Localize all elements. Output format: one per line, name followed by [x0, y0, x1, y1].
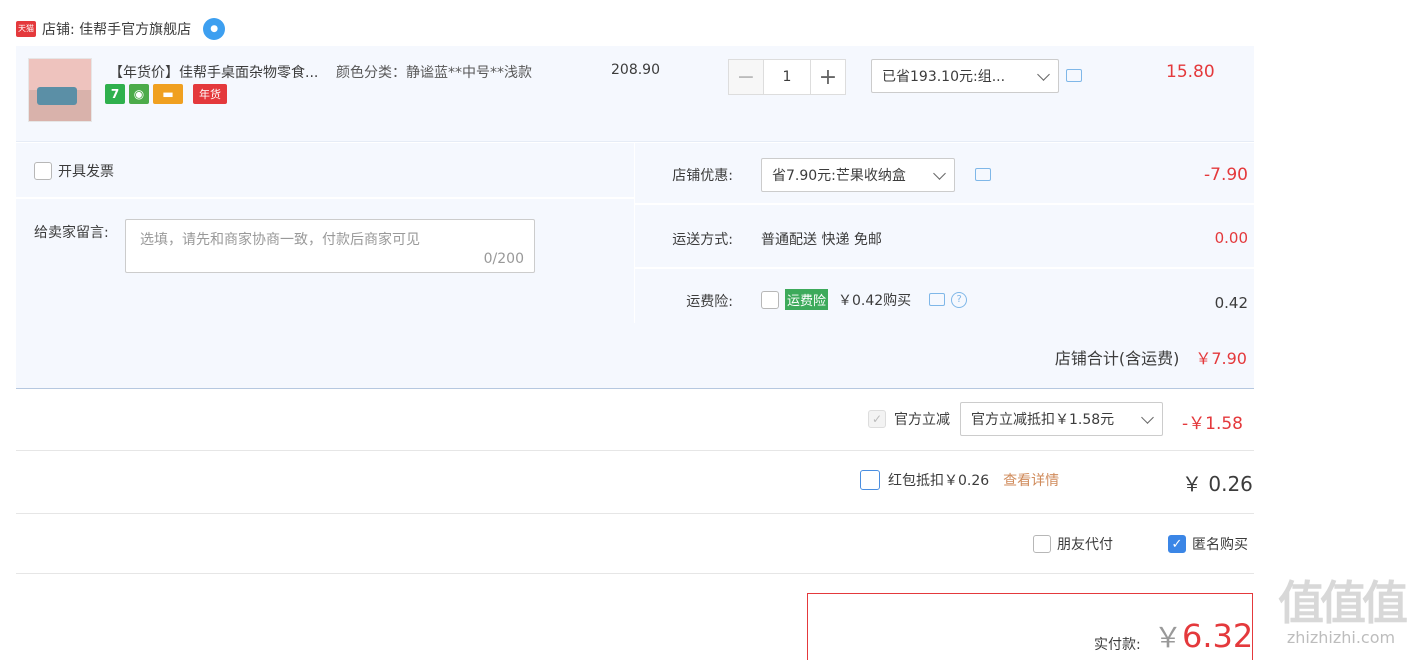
invoice-label: 开具发票	[58, 164, 114, 180]
item-promo-select[interactable]: 已省193.10元:组...	[871, 59, 1059, 93]
friend-pay-option[interactable]: 朋友代付	[1033, 534, 1113, 554]
memo-char-count: 0/200	[483, 251, 524, 267]
tmall-icon: 天猫	[16, 21, 36, 37]
invoice-checkbox[interactable]	[34, 162, 52, 180]
divider	[16, 573, 1254, 574]
insurance-checkbox[interactable]	[761, 290, 779, 309]
red-packet-option: 红包抵扣￥0.26 查看详情	[860, 470, 1059, 490]
shop-discount-label: 店铺优惠:	[672, 168, 733, 184]
payment-summary: 实付款: ￥6.32	[807, 593, 1253, 660]
memo-placeholder: 选填，请先和商家协商一致，付款后商家可见	[140, 232, 420, 248]
item-promo-value: 已省193.10元:组...	[882, 69, 1006, 85]
memo-textarea[interactable]: 选填，请先和商家协商一致，付款后商家可见 0/200	[125, 219, 535, 273]
quantity-stepper: − 1 +	[728, 59, 846, 95]
friend-pay-label: 朋友代付	[1057, 537, 1113, 553]
comment-icon[interactable]	[1066, 69, 1082, 82]
right-discounts: 店铺优惠: 省7.90元:芒果收纳盒 -7.90 运送方式: 普通配送 快递 免…	[634, 143, 1254, 323]
service-badges: 7 ◉ ▬ 年货	[105, 84, 227, 104]
shipping-label: 运送方式:	[672, 232, 733, 248]
shop-discount-row: 店铺优惠: 省7.90元:芒果收纳盒 -7.90	[634, 143, 1254, 205]
chevron-down-icon	[933, 166, 946, 180]
anonymous-checkbox[interactable]: ✓	[1168, 535, 1186, 553]
store-total-label: 店铺合计(含运费)	[1054, 349, 1180, 368]
payment-amount-value: 6.32	[1182, 617, 1254, 655]
divider	[16, 197, 634, 199]
increase-button[interactable]: +	[810, 59, 846, 95]
decrease-button[interactable]: −	[728, 59, 764, 95]
invoice-option[interactable]: 开具发票	[34, 161, 114, 181]
order-options-panel: 开具发票 给卖家留言: 选填，请先和商家协商一致，付款后商家可见 0/200 店…	[16, 143, 1254, 389]
anonymous-label: 匿名购买	[1192, 537, 1248, 553]
payment-amount: ￥6.32	[1154, 616, 1253, 656]
help-icon[interactable]: ?	[951, 291, 968, 308]
product-thumbnail[interactable]	[28, 58, 92, 122]
official-discount-selected: 官方立减抵扣￥1.58元	[971, 412, 1115, 428]
official-discount-select[interactable]: 官方立减抵扣￥1.58元	[960, 402, 1163, 436]
chevron-down-icon	[1037, 67, 1050, 81]
credit-card-icon: ▬	[153, 84, 183, 104]
store-name[interactable]: 店铺: 佳帮手官方旗舰店	[42, 19, 191, 39]
comment-icon[interactable]	[929, 293, 946, 306]
shipping-amount: 0.00	[1214, 229, 1248, 247]
product-title[interactable]: 【年货价】佳帮手桌面杂物零食...	[109, 62, 318, 82]
official-discount-label: 官方立减	[894, 412, 950, 428]
insurance-price: ￥0.42购买	[838, 292, 912, 309]
memo-label: 给卖家留言:	[34, 225, 109, 241]
site-watermark: 值值值 zhizhizhi.com	[1266, 578, 1416, 647]
store-total: 店铺合计(含运费) ￥7.90	[1055, 345, 1247, 369]
seven-day-return-icon: 7	[105, 84, 125, 104]
product-sku: 颜色分类：静谧蓝**中号**浅款	[336, 65, 532, 81]
new-year-badge: 年货	[193, 84, 227, 104]
insurance-option[interactable]: 运费险 ￥0.42购买 ?	[761, 289, 968, 310]
shop-discount-value-select: 省7.90元:芒果收纳盒	[772, 168, 906, 184]
shipping-method: 普通配送 快递 免邮	[761, 232, 882, 248]
shipping-row: 运送方式: 普通配送 快递 免邮 0.00	[634, 205, 1254, 269]
shop-discount-amount: -7.90	[1204, 165, 1248, 185]
payment-label: 实付款:	[1094, 637, 1141, 653]
left-options: 开具发票 给卖家留言: 选填，请先和商家协商一致，付款后商家可见 0/200	[16, 143, 634, 323]
divider	[16, 513, 1254, 514]
insurance-amount: 0.42	[1214, 294, 1248, 312]
insurance-row: 运费险: 运费险 ￥0.42购买 ? 0.42	[634, 269, 1254, 323]
watermark-site: zhizhizhi.com	[1286, 628, 1396, 647]
chat-icon[interactable]: ●	[203, 18, 226, 40]
store-header: 天猫 店铺: 佳帮手官方旗舰店 ●	[16, 16, 226, 42]
quantity-input[interactable]: 1	[764, 59, 810, 95]
anonymous-purchase-option[interactable]: ✓ 匿名购买	[1168, 534, 1248, 554]
comment-icon[interactable]	[975, 168, 991, 181]
store-total-amount: ￥7.90	[1195, 349, 1247, 368]
shop-discount-select[interactable]: 省7.90元:芒果收纳盒	[761, 158, 955, 192]
view-details-link[interactable]: 查看详情	[1003, 470, 1059, 490]
red-packet-checkbox[interactable]	[860, 470, 880, 490]
red-packet-label: 红包抵扣￥0.26	[888, 473, 990, 489]
currency-symbol: ￥	[1154, 621, 1183, 654]
cart-item-row: 【年货价】佳帮手桌面杂物零食... 颜色分类：静谧蓝**中号**浅款 7 ◉ ▬…	[16, 46, 1254, 142]
friend-pay-checkbox[interactable]	[1033, 535, 1051, 553]
divider	[16, 450, 1254, 451]
unit-price: 208.90	[611, 62, 660, 78]
guarantee-icon: ◉	[129, 84, 149, 104]
official-discount-amount: -￥1.58	[1182, 414, 1243, 434]
product-image-shape	[37, 87, 77, 105]
chevron-down-icon	[1141, 410, 1154, 424]
watermark-logo: 值值值	[1278, 576, 1408, 630]
insurance-badge: 运费险	[785, 289, 829, 310]
official-discount-checkbox: ✓	[868, 410, 886, 428]
item-subtotal: 15.80	[1166, 62, 1215, 82]
insurance-label: 运费险:	[686, 294, 733, 310]
official-discount-option: ✓ 官方立减	[868, 409, 950, 429]
red-packet-amount: ￥ 0.26	[1182, 472, 1253, 496]
